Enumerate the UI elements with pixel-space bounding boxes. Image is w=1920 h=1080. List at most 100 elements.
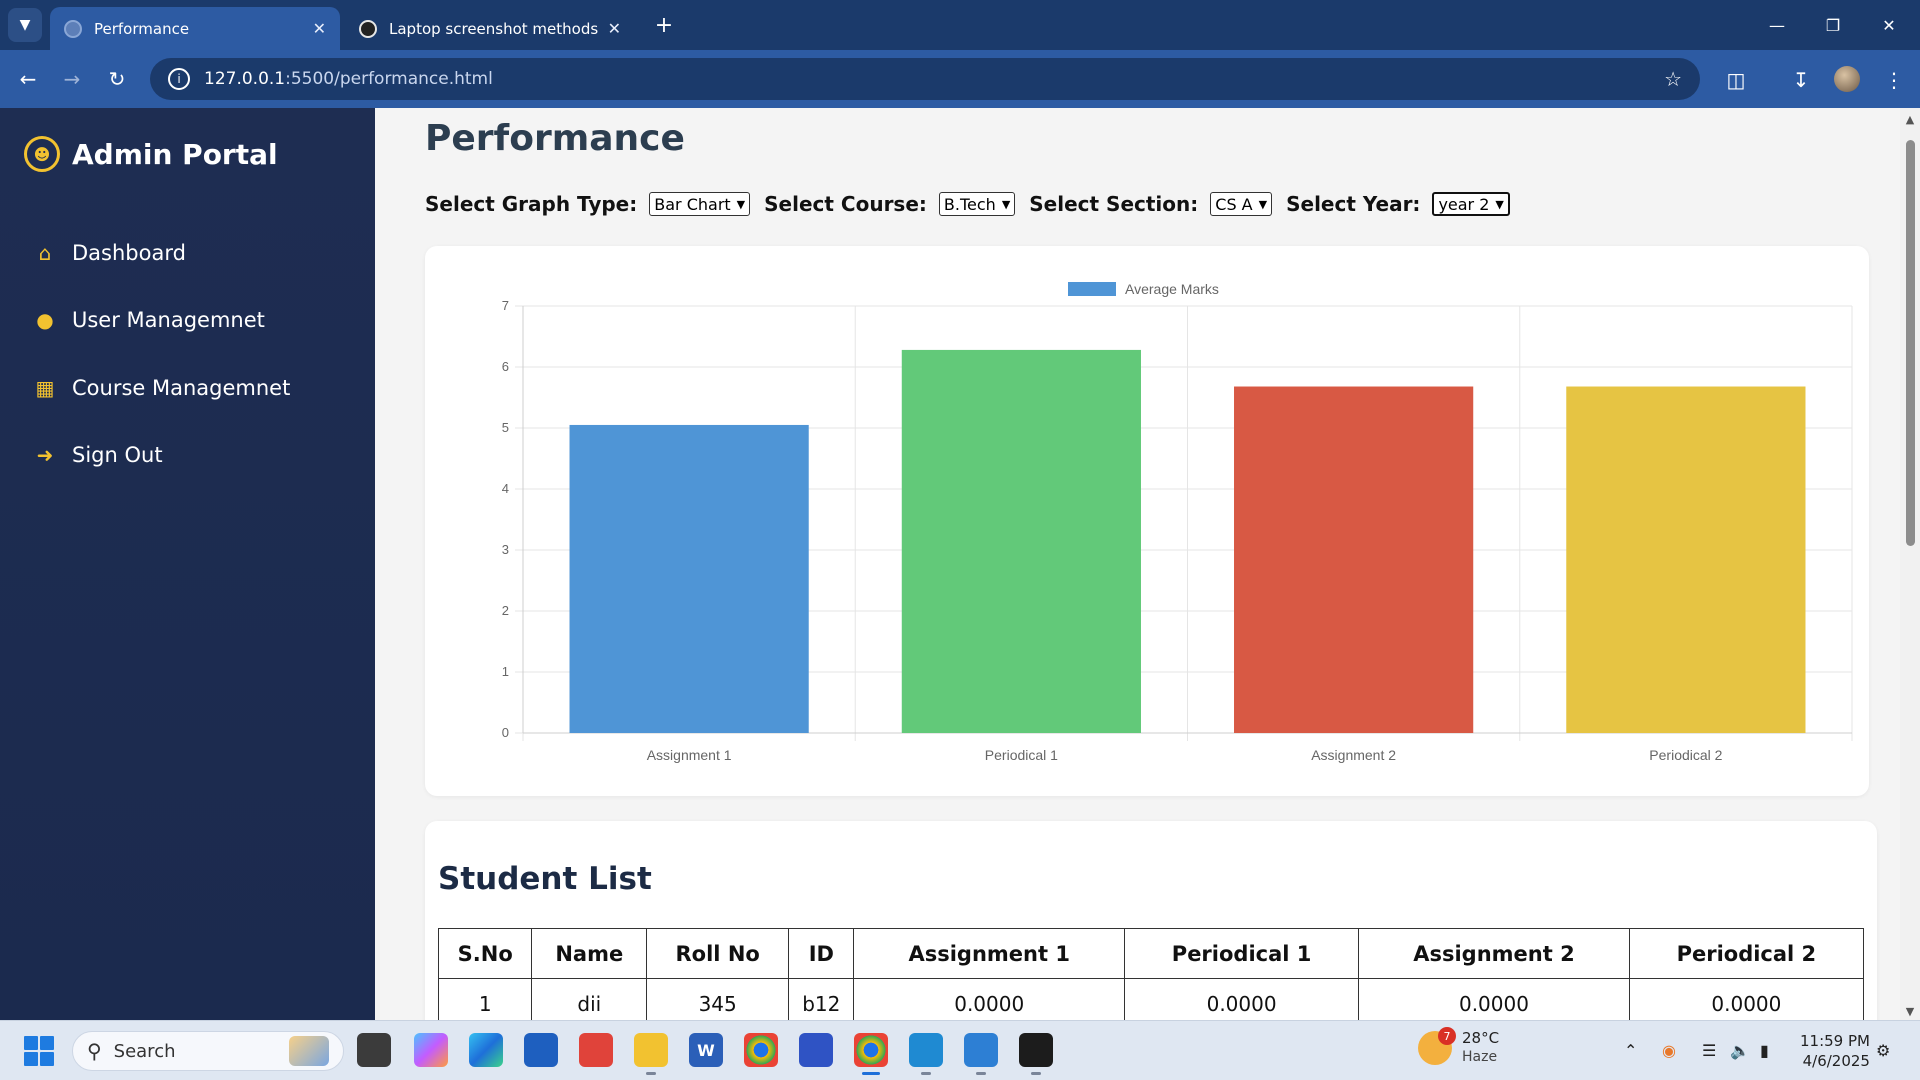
bar-periodical-2 xyxy=(1566,386,1806,733)
notepad-icon[interactable] xyxy=(964,1033,998,1075)
scroll-down-arrow-icon[interactable]: ▼ xyxy=(1903,1004,1917,1018)
volume-icon[interactable]: 🔈 xyxy=(1730,1041,1750,1060)
globe-icon xyxy=(64,19,82,38)
scrollbar-thumb[interactable] xyxy=(1906,140,1915,546)
sidebar-item-user-management[interactable]: ● User Managemnet xyxy=(32,308,265,332)
table-cell: 0.0000 xyxy=(1358,978,1630,1020)
y-tick-label: 5 xyxy=(502,420,509,435)
word-icon[interactable]: W xyxy=(689,1033,723,1067)
table-header-row: S.No Name Roll No ID Assignment 1 Period… xyxy=(437,928,1865,979)
column-header: ID xyxy=(788,928,855,979)
student-list-title: Student List xyxy=(438,861,652,897)
taskbar-search[interactable]: ⚲ Search xyxy=(72,1031,344,1071)
red-app-icon[interactable] xyxy=(579,1033,613,1067)
chevron-down-icon: ▼ xyxy=(736,197,746,211)
address-bar[interactable]: i 127.0.0.1:5500/performance.html ☆ xyxy=(150,58,1700,100)
terminal-icon[interactable] xyxy=(1019,1033,1053,1075)
section-value: CS A xyxy=(1215,194,1253,214)
chevron-down-icon: ▼ xyxy=(1495,197,1504,211)
chevron-down-icon: ▼ xyxy=(1258,197,1268,211)
weather-icon: 7 xyxy=(1418,1027,1456,1065)
scroll-up-arrow-icon[interactable]: ▲ xyxy=(1903,112,1917,126)
bar-assignment-1 xyxy=(569,424,809,733)
restore-button[interactable]: ❐ xyxy=(1810,10,1856,40)
x-tick-label: Assignment 1 xyxy=(647,747,732,763)
sidebar-item-label: User Managemnet xyxy=(72,308,265,332)
graph-type-label: Select Graph Type: xyxy=(425,192,638,216)
notification-icon[interactable]: ⚙ xyxy=(1876,1041,1890,1060)
close-icon[interactable]: ✕ xyxy=(608,19,621,38)
y-tick-label: 1 xyxy=(502,664,509,679)
clock-time: 11:59 PM xyxy=(1800,1032,1870,1050)
chatgpt-icon xyxy=(359,19,377,38)
vscode-icon[interactable] xyxy=(909,1033,943,1075)
column-header: S.No xyxy=(437,928,533,979)
weather-badge: 7 xyxy=(1438,1027,1456,1045)
norton-icon[interactable]: ◉ xyxy=(1662,1041,1676,1060)
graph-type-select[interactable]: Bar Chart ▼ xyxy=(649,192,751,216)
site-info-icon[interactable]: i xyxy=(168,68,190,90)
table-cell: b12 xyxy=(788,978,855,1020)
chrome-icon[interactable] xyxy=(744,1033,778,1067)
minimize-button[interactable]: — xyxy=(1754,10,1800,40)
sidebar-item-course-management[interactable]: ▦ Course Managemnet xyxy=(32,376,291,400)
tab-search-button[interactable]: ▼ xyxy=(8,8,42,42)
new-tab-button[interactable]: + xyxy=(650,11,678,39)
store-icon[interactable] xyxy=(524,1033,558,1067)
brand: ☻ Admin Portal xyxy=(24,136,278,172)
student-table: S.No Name Roll No ID Assignment 1 Period… xyxy=(437,928,1865,1020)
search-icon: ⚲ xyxy=(87,1039,102,1063)
forward-button[interactable]: → xyxy=(58,65,86,93)
bar-periodical-1 xyxy=(901,349,1141,733)
task-view-icon[interactable] xyxy=(357,1033,391,1067)
dev-app-icon[interactable] xyxy=(799,1033,833,1067)
tab-title: Laptop screenshot methods xyxy=(389,19,599,38)
close-window-button[interactable]: ✕ xyxy=(1866,10,1912,40)
extensions-icon[interactable]: ◫ xyxy=(1722,66,1750,94)
chevron-down-icon: ▼ xyxy=(1001,197,1011,211)
weather-widget[interactable]: 7 28°C Haze xyxy=(1418,1027,1499,1067)
graph-type-value: Bar Chart xyxy=(654,194,731,214)
tray-overflow-chevron-icon[interactable]: ⌃ xyxy=(1624,1041,1637,1060)
windows-start-icon[interactable] xyxy=(24,1036,54,1066)
legend-label: Average Marks xyxy=(1125,281,1219,297)
close-icon[interactable]: ✕ xyxy=(313,19,326,38)
student-list-card: Student List S.No Name Roll No ID Assign… xyxy=(425,821,1877,1020)
tab-title: Performance xyxy=(94,19,190,38)
back-button[interactable]: ← xyxy=(14,65,42,93)
x-tick-label: Periodical 2 xyxy=(1649,747,1722,763)
year-select[interactable]: year 2 ▼ xyxy=(1432,192,1510,216)
column-header: Roll No xyxy=(646,928,790,979)
clock[interactable]: 11:59 PM 4/6/2025 xyxy=(1800,1031,1870,1071)
tab-performance[interactable]: Performance ✕ xyxy=(50,7,340,50)
column-header: Name xyxy=(531,928,648,979)
book-icon: ▦ xyxy=(35,376,55,400)
battery-icon[interactable]: ▮ xyxy=(1760,1041,1769,1060)
edge-icon[interactable] xyxy=(469,1033,503,1067)
url-path: :5500/performance.html xyxy=(285,69,493,89)
copilot-icon[interactable] xyxy=(414,1033,448,1067)
table-cell: 1 xyxy=(437,978,533,1020)
sidebar-item-sign-out[interactable]: ➜ Sign Out xyxy=(32,443,163,467)
tab-laptop-screenshot[interactable]: Laptop screenshot methods ✕ xyxy=(345,7,635,50)
bookmark-star-icon[interactable]: ☆ xyxy=(1664,67,1682,91)
file-explorer-icon[interactable] xyxy=(634,1033,668,1075)
main-content: Performance Select Graph Type: Bar Chart… xyxy=(375,108,1900,1020)
chrome-profile-icon[interactable] xyxy=(854,1033,888,1075)
table-row: 1 dii 345 b12 0.0000 0.0000 0.0000 0.000… xyxy=(437,978,1865,1020)
x-tick-label: Periodical 1 xyxy=(985,747,1058,763)
page-title: Performance xyxy=(425,118,685,159)
course-select[interactable]: B.Tech ▼ xyxy=(938,192,1016,216)
wifi-icon[interactable]: ☰ xyxy=(1702,1041,1716,1060)
browser-tab-bar: ▼ Performance ✕ Laptop screenshot method… xyxy=(0,0,1920,50)
profile-avatar[interactable] xyxy=(1834,66,1860,92)
download-icon[interactable]: ↧ xyxy=(1787,66,1815,94)
x-tick-label: Assignment 2 xyxy=(1311,747,1396,763)
section-label: Select Section: xyxy=(1029,192,1199,216)
sidebar-item-dashboard[interactable]: ⌂ Dashboard xyxy=(32,241,186,265)
more-menu-icon[interactable]: ⋮ xyxy=(1880,66,1908,94)
reload-button[interactable]: ↻ xyxy=(103,65,131,93)
section-select[interactable]: CS A ▼ xyxy=(1210,192,1273,216)
taskbar-search-label: Search xyxy=(113,1040,176,1062)
column-header: Assignment 2 xyxy=(1358,928,1630,979)
